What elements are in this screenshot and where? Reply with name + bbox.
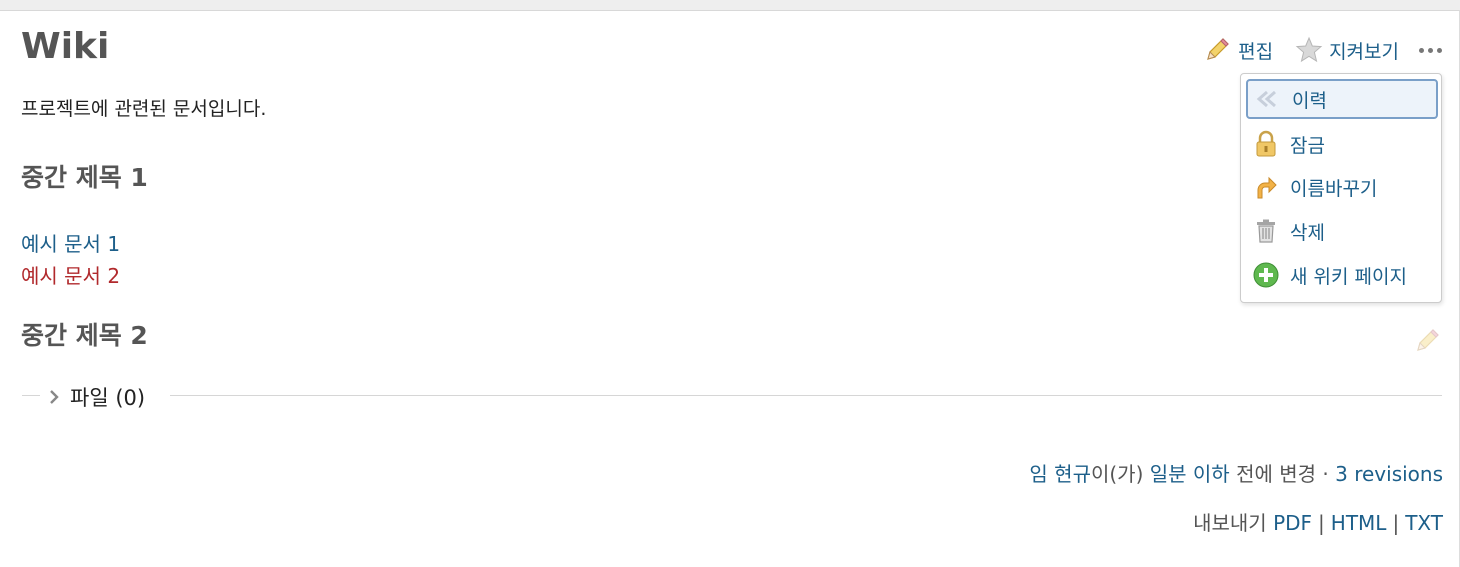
- section-edit-pencil-icon[interactable]: [1412, 326, 1442, 360]
- dropdown-item-label: 삭제: [1290, 221, 1325, 244]
- more-dot: [1428, 47, 1433, 53]
- dropdown-item-new-wiki-page[interactable]: 새 위키 페이지: [1246, 255, 1438, 295]
- trash-icon: [1252, 217, 1280, 245]
- section-heading-2: 중간 제목 2: [21, 321, 148, 350]
- star-icon: [1295, 36, 1323, 63]
- files-label: 파일 (0): [70, 386, 146, 410]
- files-toggle[interactable]: 파일 (0): [48, 382, 145, 412]
- chevron-right-icon: [50, 390, 59, 404]
- last-updated: 임 현규이(가) 일분 이하 전에 변경 · 3 revisions: [1029, 458, 1443, 487]
- wiki-link-1[interactable]: 예시 문서 1: [21, 228, 120, 257]
- dropdown-item-label: 새 위키 페이지: [1290, 265, 1407, 288]
- separator: |: [1392, 511, 1400, 535]
- dropdown-item-delete[interactable]: 삭제: [1246, 211, 1438, 251]
- dropdown-item-label: 이력: [1292, 89, 1327, 112]
- export-pdf-link[interactable]: PDF: [1273, 511, 1312, 535]
- rename-icon: [1252, 173, 1280, 201]
- files-divider-left: [22, 395, 40, 396]
- files-divider-right: [170, 395, 1442, 396]
- author-link[interactable]: 임 현규: [1029, 462, 1091, 486]
- more-actions-icon[interactable]: [1419, 47, 1442, 53]
- export-txt-link[interactable]: TXT: [1405, 511, 1443, 535]
- dropdown-item-history[interactable]: 이력: [1246, 79, 1438, 119]
- page-description: 프로젝트에 관련된 문서입니다.: [21, 98, 267, 120]
- changed-text: 전에 변경 ·: [1236, 462, 1329, 486]
- author-suffix: 이(가): [1090, 462, 1144, 486]
- edit-link[interactable]: 편집: [1202, 35, 1273, 65]
- revisions-link[interactable]: 3 revisions: [1335, 462, 1443, 486]
- dropdown-item-label: 잠금: [1290, 134, 1325, 157]
- section-heading-1: 중간 제목 1: [21, 163, 148, 192]
- dropdown-item-rename[interactable]: 이름바꾸기: [1246, 167, 1438, 207]
- history-icon: [1254, 85, 1282, 113]
- more-dot: [1437, 47, 1442, 53]
- pencil-icon: [1207, 38, 1229, 60]
- wiki-link-2[interactable]: 예시 문서 2: [21, 260, 120, 289]
- edit-label: 편집: [1238, 40, 1274, 63]
- time-link[interactable]: 일분 이하: [1150, 462, 1230, 486]
- export-label: 내보내기: [1193, 511, 1267, 535]
- actions-dropdown: 이력 잠금 이름바꾸기 삭제 새 위키 페이지: [1240, 73, 1442, 303]
- watch-label: 지켜보기: [1329, 40, 1399, 63]
- dropdown-item-label: 이름바꾸기: [1290, 177, 1378, 200]
- contextual-toolbar: 편집 지켜보기: [1180, 34, 1442, 66]
- separator: |: [1318, 511, 1325, 535]
- lock-icon: [1252, 130, 1280, 158]
- dropdown-item-lock[interactable]: 잠금: [1246, 124, 1438, 164]
- add-icon: [1252, 261, 1280, 289]
- more-dot: [1419, 47, 1424, 53]
- export-html-link[interactable]: HTML: [1331, 511, 1387, 535]
- page-title: Wiki: [21, 26, 110, 67]
- export-links: 내보내기 PDF | HTML | TXT: [1193, 507, 1443, 536]
- watch-link[interactable]: 지켜보기: [1295, 36, 1399, 64]
